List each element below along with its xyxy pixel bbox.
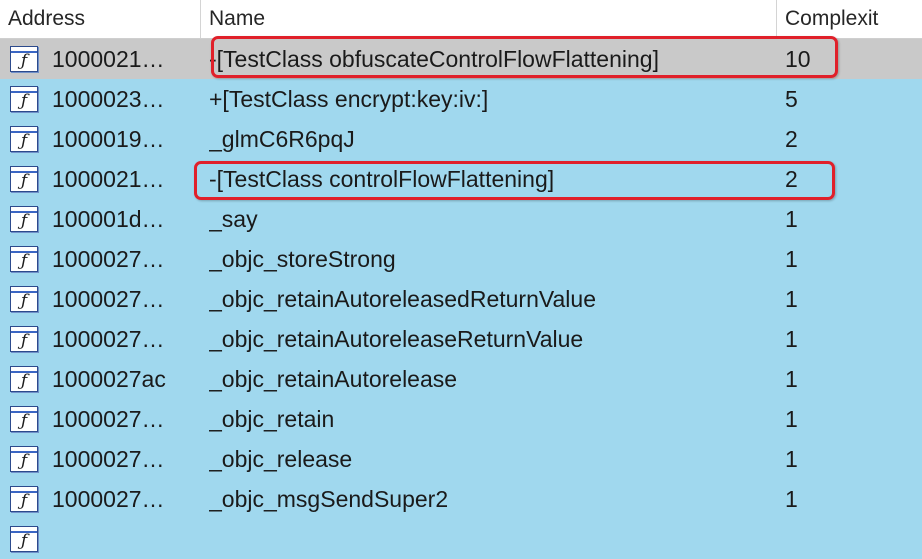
row-complexity: 1	[785, 246, 798, 272]
table-row[interactable]: ƒ 1000023… +[TestClass encrypt:key:iv:] …	[0, 79, 922, 119]
function-icon: ƒ	[10, 326, 38, 352]
row-complexity: 1	[785, 486, 798, 512]
row-name: -[TestClass controlFlowFlattening]	[209, 166, 555, 192]
function-icon: ƒ	[10, 366, 38, 392]
row-address: 1000027…	[52, 326, 165, 352]
row-name: _objc_msgSendSuper2	[209, 486, 449, 512]
row-address: 1000027…	[52, 246, 165, 272]
row-name: _objc_retain	[209, 406, 335, 432]
row-name: _objc_retainAutoreleasedReturnValue	[209, 286, 597, 312]
function-icon: ƒ	[10, 406, 38, 432]
function-icon: ƒ	[10, 206, 38, 232]
table-row[interactable]: ƒ 1000019… _glmC6R6pqJ 2	[0, 119, 922, 159]
row-address: 1000027ac	[52, 366, 166, 392]
row-name: _objc_retainAutoreleaseReturnValue	[209, 326, 584, 352]
row-name: _objc_storeStrong	[209, 246, 396, 272]
table-row[interactable]: ƒ 1000027… _objc_retainAutoreleaseReturn…	[0, 319, 922, 359]
row-address: 1000027…	[52, 406, 165, 432]
row-name: -[TestClass obfuscateControlFlowFlatteni…	[209, 46, 659, 72]
table-row[interactable]: ƒ 1000027… _objc_release 1	[0, 439, 922, 479]
row-complexity: 1	[785, 326, 798, 352]
row-complexity: 1	[785, 206, 798, 232]
row-name: _glmC6R6pqJ	[209, 126, 355, 152]
table-row[interactable]: ƒ 1000027ac _objc_retainAutorelease 1	[0, 359, 922, 399]
row-complexity: 1	[785, 366, 798, 392]
row-complexity: 2	[785, 126, 798, 152]
table-row[interactable]: ƒ 1000021… -[TestClass controlFlowFlatte…	[0, 159, 922, 199]
function-icon: ƒ	[10, 486, 38, 512]
row-name: +[TestClass encrypt:key:iv:]	[209, 86, 489, 112]
function-icon: ƒ	[10, 286, 38, 312]
row-address: 1000021…	[52, 166, 165, 192]
function-icon: ƒ	[10, 166, 38, 192]
function-icon: ƒ	[10, 46, 38, 72]
row-complexity: 1	[785, 286, 798, 312]
row-complexity: 1	[785, 446, 798, 472]
function-icon: ƒ	[10, 126, 38, 152]
function-icon: ƒ	[10, 446, 38, 472]
row-name: _say	[209, 206, 258, 232]
row-complexity: 2	[785, 166, 798, 192]
row-address: 1000019…	[52, 126, 165, 152]
row-address: 100001d…	[52, 206, 165, 232]
table-row[interactable]: ƒ 100001d… _say 1	[0, 199, 922, 239]
row-complexity: 1	[785, 406, 798, 432]
function-icon: ƒ	[10, 86, 38, 112]
function-icon: ƒ	[10, 246, 38, 272]
table-row[interactable]: ƒ 1000027… _objc_storeStrong 1	[0, 239, 922, 279]
row-complexity: 5	[785, 86, 798, 112]
table-row[interactable]: ƒ 1000027… _objc_msgSendSuper2 1	[0, 479, 922, 519]
column-header: Address Name Complexit	[0, 0, 922, 39]
row-complexity: 10	[785, 46, 811, 72]
row-name: _objc_retainAutorelease	[209, 366, 458, 392]
function-icon: ƒ	[10, 526, 38, 552]
row-address: 1000023…	[52, 86, 165, 112]
complexity-column-header[interactable]: Complexit	[776, 0, 922, 38]
row-name: _objc_release	[209, 446, 353, 472]
row-address: 1000027…	[52, 446, 165, 472]
table-row[interactable]: ƒ 1000021… -[TestClass obfuscateControlF…	[0, 39, 922, 79]
address-column-header[interactable]: Address	[0, 0, 200, 38]
name-column-header[interactable]: Name	[200, 0, 776, 38]
table-row[interactable]: ƒ 1000027… _objc_retain 1	[0, 399, 922, 439]
row-address: 1000027…	[52, 286, 165, 312]
table-row-partial[interactable]: ƒ	[0, 519, 922, 559]
row-address: 1000021…	[52, 46, 165, 72]
table-row[interactable]: ƒ 1000027… _objc_retainAutoreleasedRetur…	[0, 279, 922, 319]
row-address: 1000027…	[52, 486, 165, 512]
